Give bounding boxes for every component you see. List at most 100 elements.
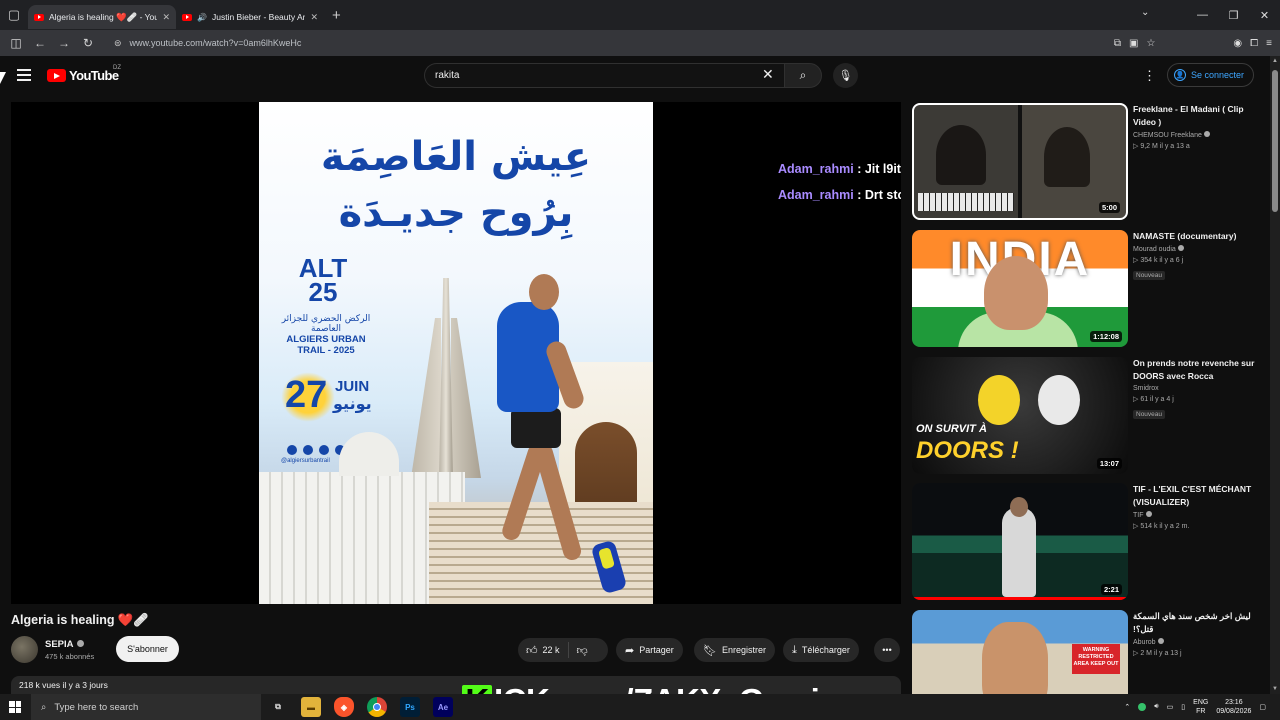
recommendation-item[interactable]: WARNING RESTRICTED AREA KEEP OUT ليش اخر… [912,610,1268,694]
recommendation-item[interactable]: INDIA 1:12:08 NAMASTE (documentary) Mour… [912,230,1268,347]
channel-avatar[interactable] [11,636,38,663]
language-indicator[interactable]: ENG FR [1193,698,1208,716]
scroll-down-icon[interactable]: ▼ [1272,686,1278,692]
subscribe-button[interactable]: S'abonner [116,636,179,662]
photoshop-icon[interactable]: Ps [400,697,420,717]
menu-icon[interactable] [17,69,31,84]
video-thumbnail[interactable]: ON SURVIT À DOORS ! 13:07 [912,357,1128,474]
clear-search-icon[interactable]: ✕ [762,66,774,83]
download-button[interactable]: ⤓ Télécharger [783,638,859,662]
task-view-icon[interactable]: ⧉ [268,697,288,717]
like-button[interactable]: 👍︎ 22 k [518,642,569,658]
dislike-button[interactable]: 👎︎ [569,644,596,657]
minimize-icon[interactable]: — [1187,9,1218,21]
video-thumbnail[interactable]: WARNING RESTRICTED AREA KEEP OUT [912,610,1128,694]
recommendation-item[interactable]: 2:21 TIF - L'EXIL C'EST MÉCHANT (VISUALI… [912,483,1268,600]
video-thumbnail[interactable]: INDIA 1:12:08 [912,230,1128,347]
share-button[interactable]: ➦ Partager [616,638,683,662]
battery-icon[interactable]: ▯ [1181,703,1185,711]
verified-icon [76,640,84,647]
network-icon[interactable]: ▭ [1167,703,1174,711]
forward-icon[interactable]: → [52,36,76,50]
reload-icon[interactable]: ↻ [76,36,100,50]
recommendation-channel[interactable]: Smidrox [1133,385,1268,392]
recommendation-item[interactable]: 5:00 Freeklane - El Madani ( Clip Video … [912,103,1268,220]
recommendation-title[interactable]: On prends notre revenche sur DOORS avec … [1133,357,1268,383]
tab-actions-icon[interactable]: ▢ [0,0,28,30]
settings-menu-icon[interactable]: ⋮ [1143,68,1156,84]
sign-in-button[interactable]: 👤 Se connecter [1167,63,1255,87]
keyboard-layout: FR [1196,708,1206,715]
recommendation-channel[interactable]: Aburob [1133,638,1268,646]
system-tray: ⌃ 🔊︎ ▭ ▯ ENG FR 23:16 09/08/2026 ▢ [1124,694,1266,720]
url-text: www.youtube.com/watch?v=0am6lhKweHc [129,38,302,48]
taskbar-apps: ⧉ ▬ ◈ Ps Ae [268,694,453,720]
video-title-text: Algeria is healing [11,613,115,627]
close-tab-icon[interactable]: ✕ [310,12,318,23]
back-icon[interactable]: ← [28,36,52,50]
tray-app-icon[interactable] [1138,703,1147,711]
save-button[interactable]: 🔖︎ Enregistrer [694,638,775,662]
recommendation-title[interactable]: TIF - L'EXIL C'EST MÉCHANT (VISUALIZER) [1133,483,1268,509]
new-tab-icon[interactable]: + [332,7,341,24]
video-title: Algeria is healing ❤️🩹 [11,613,149,628]
scroll-up-icon[interactable]: ▲ [1272,58,1278,64]
tray-chevron-icon[interactable]: ⌃ [1124,703,1130,711]
close-window-icon[interactable]: ✕ [1249,9,1280,22]
extensions-icon[interactable]: ⧠ [1250,38,1258,49]
channel-text: CHEMSOU Freeklane [1133,132,1202,139]
close-tab-icon[interactable]: ✕ [162,12,170,23]
taskbar-search-input[interactable]: ⌕ Type here to search [31,694,261,720]
language-code: ENG [1193,699,1209,706]
site-info-icon[interactable]: ⊜ [114,38,122,49]
recommendation-channel[interactable]: Mourad oudia [1133,245,1268,253]
tab-title: Justin Bieber - Beauty And A Beat [211,12,306,22]
recommendation-title[interactable]: NAMASTE (documentary) [1133,230,1268,243]
notifications-icon[interactable]: ▢ [1259,703,1266,711]
windows-start-icon[interactable] [9,701,21,713]
brave-browser-icon[interactable]: ◈ [334,697,354,717]
browser-menu-icon[interactable]: ≡ [1266,38,1272,49]
browser-tab[interactable]: 🔊 Justin Bieber - Beauty And A Beat ✕ [176,5,324,29]
recommendation-channel[interactable]: TIF [1133,511,1268,519]
browser-tab-active[interactable]: Algeria is healing ❤️🩹 - YouTube ✕ [28,5,176,29]
taskbar-search-placeholder: Type here to search [54,701,139,713]
audio-playing-icon[interactable]: 🔊 [197,13,207,22]
facebook-icon [303,445,313,455]
video-player[interactable]: عِيش العَاصِمَة بِرُوح جديـدَة ALT 25 ال… [11,102,901,604]
media-icon[interactable]: ▣ [1129,38,1138,49]
clock[interactable]: 23:16 09/08/2026 [1216,698,1251,716]
recommendation-title[interactable]: Freeklane - El Madani ( Clip Video ) [1133,103,1268,129]
like-count: 22 k [542,645,560,655]
scrollbar-thumb[interactable] [1272,70,1278,212]
video-thumbnail[interactable]: 2:21 [912,483,1128,600]
bookmark-star-icon[interactable]: ☆ [1146,38,1155,49]
youtube-logo[interactable]: YouTube DZ [47,65,121,83]
recommendation-item[interactable]: ON SURVIT À DOORS ! 13:07 On prends notr… [912,357,1268,474]
restore-icon[interactable]: ❐ [1218,9,1249,22]
video-thumbnail[interactable]: 5:00 [912,103,1128,220]
chrome-icon[interactable] [367,697,387,717]
runner-shorts [511,408,561,448]
download-icon: ⤓ [792,643,797,656]
recommendation-title[interactable]: ليش اخر شخص سند هاي السمكة قتل؟! [1133,610,1268,636]
page-scrollbar[interactable]: ▲ ▼ [1270,56,1280,694]
voice-search-button[interactable]: 🎙 [833,63,858,88]
poster-social-icons [287,445,345,455]
poster-logo: ALT 25 [298,253,348,307]
search-input[interactable]: rakita [424,63,784,88]
more-actions-button[interactable]: ••• [874,638,900,662]
profile-icon[interactable]: ◉ [1233,38,1242,49]
recommendation-channel[interactable]: CHEMSOU Freeklane [1133,131,1268,139]
file-explorer-icon[interactable]: ▬ [301,697,321,717]
after-effects-icon[interactable]: Ae [433,697,453,717]
screenshot-icon[interactable]: ⧉ [1114,38,1121,49]
volume-icon[interactable]: 🔊︎ [1154,703,1158,711]
sidebar-toggle-icon[interactable]: ◫ [4,36,28,50]
sign-in-label: Se connecter [1191,70,1245,80]
chat-text: : Drt stor? [857,188,901,202]
tab-search-chevron-icon[interactable]: ⌄ [1141,7,1149,18]
channel-name[interactable]: SEPIA [45,639,84,650]
search-button[interactable]: ⌕ [784,63,822,88]
url-field[interactable]: ⊜ www.youtube.com/watch?v=0am6lhKweHc [114,38,301,49]
